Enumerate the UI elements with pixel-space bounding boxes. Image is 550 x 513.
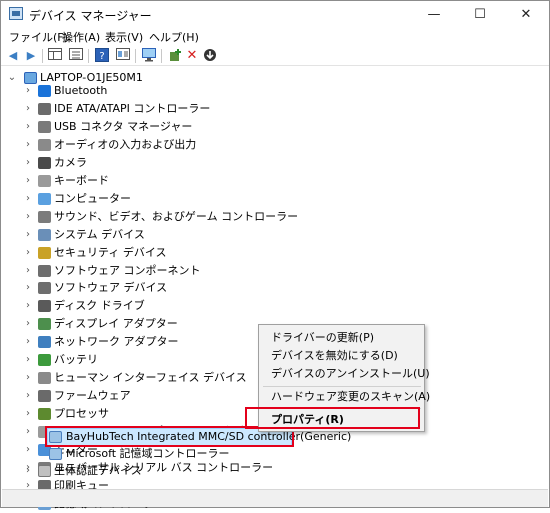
keyboard-icon (38, 175, 51, 187)
highlight-box-device (45, 426, 294, 447)
software-component-icon (38, 265, 51, 277)
maximize-button[interactable]: ☐ (457, 1, 503, 28)
tree-category-label: ディスプレイ アダプター (54, 317, 178, 330)
camera-icon (38, 157, 51, 169)
tree-category-label: キーボード (54, 174, 109, 187)
menu-view[interactable]: 表示(V) (105, 29, 143, 45)
collapsed-chevron-icon[interactable]: › (23, 208, 33, 226)
collapsed-chevron-icon[interactable]: › (23, 226, 33, 244)
bluetooth-icon (38, 85, 51, 97)
monitor-icon[interactable] (141, 48, 157, 63)
list-icon[interactable] (68, 48, 84, 63)
ctx-uninstall-device[interactable]: デバイスのアンインストール(U) (271, 365, 430, 383)
tree-category-label: バッテリ (54, 353, 98, 366)
collapsed-chevron-icon[interactable]: › (23, 369, 33, 387)
ide-controller-icon (38, 103, 51, 115)
collapsed-chevron-icon[interactable]: › (23, 172, 33, 190)
toolbar-separator (88, 49, 89, 63)
tree-category-label: ソフトウェア デバイス (54, 281, 168, 294)
tree-category-label: ファームウェア (54, 389, 131, 402)
properties-pane-icon[interactable] (47, 48, 63, 63)
highlight-box-properties (245, 407, 420, 429)
ctx-scan-hardware[interactable]: ハードウェア変更のスキャン(A) (271, 388, 430, 406)
collapsed-chevron-icon[interactable]: › (23, 333, 33, 351)
tree-category-label: Bluetooth (54, 84, 108, 97)
system-device-icon (38, 229, 51, 241)
menu-help[interactable]: ヘルプ(H) (149, 29, 199, 45)
tree-category-label: カメラ (54, 156, 87, 169)
toolbar-separator (42, 49, 43, 63)
collapsed-chevron-icon[interactable]: › (23, 118, 33, 136)
tree-category-label: USB コネクタ マネージャー (54, 120, 193, 133)
collapsed-chevron-icon[interactable]: › (23, 262, 33, 280)
sound-icon (38, 211, 51, 223)
tree-category-label: セキュリティ デバイス (54, 246, 167, 259)
ctx-update-driver[interactable]: ドライバーの更新(P) (271, 329, 374, 347)
download-icon[interactable] (202, 48, 218, 63)
tree-category-label: オーディオの入力および出力 (54, 138, 197, 151)
disk-drive-icon (38, 300, 51, 312)
collapsed-chevron-icon[interactable]: › (23, 405, 33, 423)
toolbar-separator (135, 49, 136, 63)
collapsed-chevron-icon[interactable]: › (23, 387, 33, 405)
collapsed-chevron-icon[interactable]: › (23, 351, 33, 369)
tree-category-label: ヒューマン インターフェイス デバイス (54, 371, 247, 384)
firmware-icon (38, 390, 51, 402)
collapsed-chevron-icon[interactable]: › (23, 315, 33, 333)
fingerprint-icon (38, 465, 51, 477)
display-adapter-icon (38, 318, 51, 330)
collapsed-chevron-icon[interactable]: › (23, 190, 33, 208)
view-icon[interactable] (115, 48, 131, 63)
tree-category-label: コンピューター (54, 192, 131, 205)
toolbar: ◀ ▶ ? ✕ (1, 46, 549, 66)
tree-category-label: システム デバイス (54, 228, 145, 241)
tree-category-label: IDE ATA/ATAPI コントローラー (54, 102, 211, 115)
network-adapter-icon (38, 336, 51, 348)
uninstall-icon[interactable]: ✕ (184, 48, 200, 63)
software-device-icon (38, 282, 51, 294)
device-manager-window: デバイス マネージャー — ☐ ✕ ファイル(F) 操作(A) 表示(V) ヘル… (0, 0, 550, 510)
collapsed-chevron-icon[interactable]: › (23, 244, 33, 262)
collapsed-chevron-icon[interactable]: › (23, 82, 33, 100)
menu-action[interactable]: 操作(A) (62, 29, 100, 45)
tree-category-label: ネットワーク アダプター (54, 335, 179, 348)
hid-icon (38, 372, 51, 384)
collapsed-chevron-icon[interactable]: › (23, 297, 33, 315)
usb-icon (38, 121, 51, 133)
svg-text:?: ? (99, 51, 104, 62)
tree-category-label: ソフトウェア コンポーネント (54, 264, 201, 277)
collapsed-chevron-icon[interactable]: › (23, 441, 33, 459)
expanded-chevron-icon[interactable]: ⌄ (7, 69, 17, 87)
collapsed-chevron-icon[interactable]: › (23, 462, 33, 480)
ctx-separator (263, 386, 421, 387)
tree-category-label: サウンド、ビデオ、およびゲーム コントローラー (54, 210, 299, 223)
tree-category-label: ディスク ドライブ (54, 299, 145, 312)
collapsed-chevron-icon[interactable]: › (23, 154, 33, 172)
collapsed-chevron-icon[interactable]: › (23, 136, 33, 154)
storage-controller-icon (49, 448, 62, 460)
menu-file[interactable]: ファイル(F) (9, 29, 68, 45)
security-icon (38, 247, 51, 259)
menu-bar: ファイル(F) 操作(A) 表示(V) ヘルプ(H) (1, 28, 549, 46)
device-manager-icon (9, 7, 23, 20)
close-button[interactable]: ✕ (503, 1, 549, 28)
minimize-button[interactable]: — (411, 1, 457, 28)
audio-icon (38, 139, 51, 151)
collapsed-chevron-icon[interactable]: › (23, 423, 33, 441)
computer-icon (38, 193, 51, 205)
tree-category-label: プロセッサ (54, 407, 109, 420)
collapsed-chevron-icon[interactable]: › (23, 279, 33, 297)
ctx-disable-device[interactable]: デバイスを無効にする(D) (271, 347, 398, 365)
processor-icon (38, 408, 51, 420)
collapsed-chevron-icon[interactable]: › (23, 100, 33, 118)
help-icon[interactable]: ? (94, 48, 110, 63)
status-bar (2, 489, 548, 507)
title-bar: デバイス マネージャー — ☐ ✕ (1, 1, 549, 28)
battery-icon (38, 354, 51, 366)
toolbar-separator (161, 49, 162, 63)
window-title: デバイス マネージャー (29, 9, 152, 23)
back-icon[interactable]: ◀ (5, 48, 21, 63)
forward-icon[interactable]: ▶ (23, 48, 39, 63)
add-driver-icon[interactable] (167, 48, 183, 63)
